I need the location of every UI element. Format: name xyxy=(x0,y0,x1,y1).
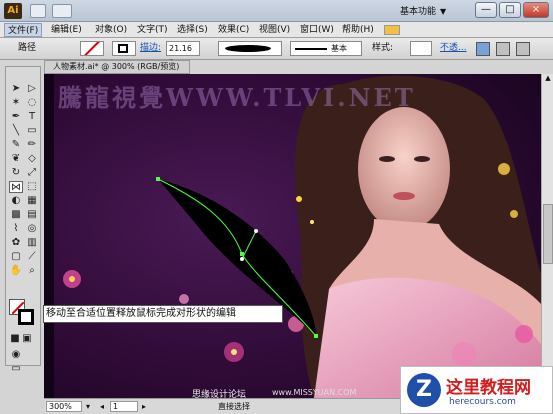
status-mode: 直接选择 xyxy=(218,402,250,411)
lips xyxy=(393,192,415,200)
brush-label: 基本 xyxy=(331,44,347,53)
opacity-link[interactable]: 不透... xyxy=(440,43,467,54)
mesh-tool-icon[interactable]: ▩ xyxy=(9,209,23,221)
paintbrush-tool-icon[interactable]: ✎ xyxy=(9,139,23,151)
arrange-documents-icon[interactable] xyxy=(52,4,72,18)
type-tool-icon[interactable]: T xyxy=(25,111,39,123)
hand-tool-icon[interactable]: ✋ xyxy=(9,265,23,277)
fill-swatch[interactable] xyxy=(80,41,104,56)
perspective-grid-tool-icon[interactable]: ▦ xyxy=(25,195,39,207)
stroke-color-icon[interactable] xyxy=(18,309,34,325)
lasso-tool-icon[interactable]: ◌ xyxy=(25,97,39,109)
menu-bar: 文件(F) 编辑(E) 对象(O) 文字(T) 选择(S) 效果(C) 视图(V… xyxy=(0,22,553,38)
menu-edit[interactable]: 编辑(E) xyxy=(48,23,85,37)
direct-selection-tool-icon[interactable]: ▷ xyxy=(25,83,39,95)
stroke-swatch[interactable] xyxy=(112,41,136,56)
face-shape xyxy=(358,107,450,231)
eraser-tool-icon[interactable]: ◇ xyxy=(25,153,39,165)
menu-help[interactable]: 帮助(H) xyxy=(339,23,377,37)
symbol-sprayer-tool-icon[interactable]: ✿ xyxy=(9,237,23,249)
zoom-dropdown-icon[interactable]: ▾ xyxy=(86,402,90,411)
column-graph-tool-icon[interactable]: ▥ xyxy=(25,237,39,249)
menu-object[interactable]: 对象(O) xyxy=(92,23,130,37)
blend-tool-icon[interactable]: ◎ xyxy=(25,223,39,235)
bridge-icon[interactable] xyxy=(384,25,400,35)
width-profile-icon xyxy=(225,45,271,52)
site-logo-icon: Z xyxy=(407,373,441,407)
artboard-canvas[interactable] xyxy=(44,74,541,398)
first-page-icon[interactable]: ◂ xyxy=(100,402,104,411)
instruction-tooltip: 移动至合适位置释放鼠标完成对形状的编辑 xyxy=(43,305,283,323)
blob-brush-tool-icon[interactable]: ❦ xyxy=(9,153,23,165)
rotate-tool-icon[interactable]: ↻ xyxy=(9,167,23,179)
site-url: herecours.com xyxy=(449,397,516,407)
free-transform-tool-icon[interactable]: ⬚ xyxy=(25,181,39,193)
watermark-text: 騰龍視覺WWW.TLVI.NET xyxy=(58,83,416,112)
credit-url: www.MISSYUAN.COM xyxy=(272,388,357,397)
document-tab[interactable]: 人物素材.ai* @ 300% (RGB/预览) xyxy=(44,60,190,74)
site-title: 这里教程网 xyxy=(446,378,531,398)
stroke-label[interactable]: 描边: xyxy=(140,43,161,54)
pencil-tool-icon[interactable]: ✏ xyxy=(25,139,39,151)
graphic-style-swatch[interactable] xyxy=(410,41,432,56)
menu-effect[interactable]: 效果(C) xyxy=(215,23,252,37)
brush-stroke-icon xyxy=(295,48,327,50)
slice-tool-icon[interactable]: ⟋ xyxy=(25,251,39,263)
stroke-weight-field[interactable]: 21.16 p xyxy=(166,41,200,66)
recolor-icon[interactable] xyxy=(476,42,490,56)
app-logo: Ai xyxy=(4,3,22,19)
left-eye xyxy=(379,156,395,162)
menu-select[interactable]: 选择(S) xyxy=(174,23,211,37)
transform-icon[interactable] xyxy=(516,42,530,56)
menu-type[interactable]: 文字(T) xyxy=(134,23,171,37)
bridge-icon[interactable] xyxy=(30,4,46,18)
scroll-thumb[interactable] xyxy=(543,204,553,264)
zoom-tool-icon[interactable]: ⌕ xyxy=(25,265,39,277)
width-tool-icon[interactable]: ⋈ xyxy=(9,181,23,193)
zoom-field[interactable]: 300% xyxy=(46,401,82,412)
close-button[interactable]: × xyxy=(523,2,549,18)
eyedropper-tool-icon[interactable]: ⌇ xyxy=(9,223,23,235)
canvas-edge xyxy=(44,74,54,398)
workspace-switcher[interactable]: 基本功能 xyxy=(400,4,436,17)
site-badge: Z 这里教程网 herecours.com xyxy=(400,366,553,414)
menu-file[interactable]: 文件(F) xyxy=(4,23,43,37)
tools-panel: ➤ ▷ ✶ ◌ ✒ T ╲ ▭ ✎ ✏ ❦ ◇ ↻ ⤢ ⋈ ⬚ ◐ ▦ ▩ ▤ … xyxy=(5,66,41,374)
magic-wand-tool-icon[interactable]: ✶ xyxy=(9,97,23,109)
maximize-button[interactable]: □ xyxy=(499,2,521,18)
gradient-mode-icon[interactable]: ▣ xyxy=(20,333,34,345)
menu-view[interactable]: 视图(V) xyxy=(256,23,293,37)
right-eye xyxy=(414,156,430,162)
title-bar: Ai 基本功能 ▼ — □ × xyxy=(0,0,553,22)
chevron-down-icon[interactable]: ▼ xyxy=(440,7,446,16)
artboard-tool-icon[interactable]: ▢ xyxy=(9,251,23,263)
line-tool-icon[interactable]: ╲ xyxy=(9,125,23,137)
vertical-scrollbar[interactable]: ▲ ▼ xyxy=(541,74,553,398)
brush-definition[interactable]: 基本 xyxy=(290,41,362,56)
draw-mode-icon[interactable]: ◉ xyxy=(9,349,23,361)
credit-text: 思缘设计论坛 xyxy=(192,390,247,400)
next-page-icon[interactable]: ▸ xyxy=(142,402,146,411)
align-icon[interactable] xyxy=(496,42,510,56)
stroke-square-icon xyxy=(118,44,128,53)
gradient-tool-icon[interactable]: ▤ xyxy=(25,209,39,221)
variable-width-profile[interactable] xyxy=(218,41,282,56)
scale-tool-icon[interactable]: ⤢ xyxy=(25,167,39,179)
rectangle-tool-icon[interactable]: ▭ xyxy=(25,125,39,137)
control-bar: 路径 描边: 21.16 p 基本 样式: 不透... xyxy=(0,38,553,66)
style-label: 样式: xyxy=(372,43,394,53)
selection-tool-icon[interactable]: ➤ xyxy=(9,83,23,95)
screen-mode-icon[interactable]: ▭ xyxy=(9,363,23,375)
artwork-svg xyxy=(44,74,541,398)
menu-window[interactable]: 窗口(W) xyxy=(297,23,337,37)
pen-tool-icon[interactable]: ✒ xyxy=(9,111,23,123)
page-field[interactable]: 1 xyxy=(110,401,138,412)
minimize-button[interactable]: — xyxy=(475,2,497,18)
scroll-up-icon[interactable]: ▲ xyxy=(543,74,553,86)
shape-builder-tool-icon[interactable]: ◐ xyxy=(9,195,23,207)
object-type-label: 路径 xyxy=(18,43,37,53)
